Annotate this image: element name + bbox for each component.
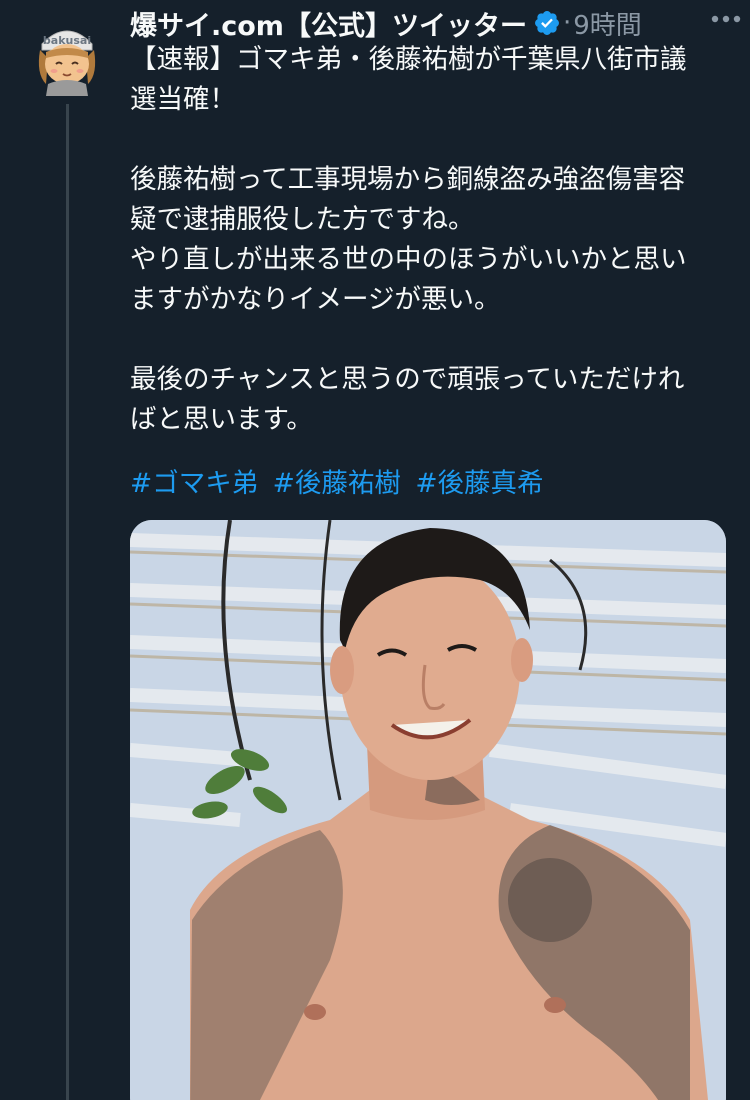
body-line: やり直しが出来る世の中のほうがいいかと思い: [130, 244, 687, 275]
tweet-timestamp[interactable]: 9時間: [573, 5, 642, 42]
body-blank-line: [130, 320, 730, 360]
body-blank-line: [130, 120, 730, 160]
verified-badge-icon: [533, 9, 561, 37]
body-line: 疑で逮捕服役した方ですね。: [130, 204, 475, 235]
tweet-photo[interactable]: [130, 520, 726, 1100]
body-line: ばと思います。: [130, 404, 313, 435]
tweet-card[interactable]: bakusai 爆サイ.com【公式】ツイッター · 9時間 【速報】ゴマキ弟・…: [0, 0, 750, 1100]
thread-line: [66, 104, 69, 1100]
hashtag-link[interactable]: #後藤真希: [415, 468, 543, 499]
hashtag-link[interactable]: #ゴマキ弟: [130, 468, 258, 499]
hashtag-link[interactable]: #後藤祐樹: [273, 468, 401, 499]
hashtag-list: #ゴマキ弟 #後藤祐樹 #後藤真希: [130, 464, 550, 504]
body-line: 後藤祐樹って工事現場から銅線盗み強盗傷害容: [130, 164, 686, 195]
body-line: 選当確！: [130, 84, 236, 115]
avatar[interactable]: bakusai: [26, 14, 108, 96]
tweet-header: 爆サイ.com【公式】ツイッター · 9時間: [130, 4, 730, 42]
header-separator: ·: [562, 8, 572, 38]
more-options-icon[interactable]: [706, 0, 746, 38]
tweet-body: 【速報】ゴマキ弟・後藤祐樹が千葉県八街市議 選当確！ 後藤祐樹って工事現場から銅…: [130, 40, 730, 440]
photo-illustration: [130, 520, 726, 1100]
body-line: 【速報】ゴマキ弟・後藤祐樹が千葉県八街市議: [130, 44, 687, 75]
body-line: 最後のチャンスと思うので頑張っていただけれ: [130, 364, 685, 395]
body-line: ますがかなりイメージが悪い。: [130, 284, 501, 315]
author-display-name[interactable]: 爆サイ.com【公式】ツイッター: [130, 4, 527, 43]
